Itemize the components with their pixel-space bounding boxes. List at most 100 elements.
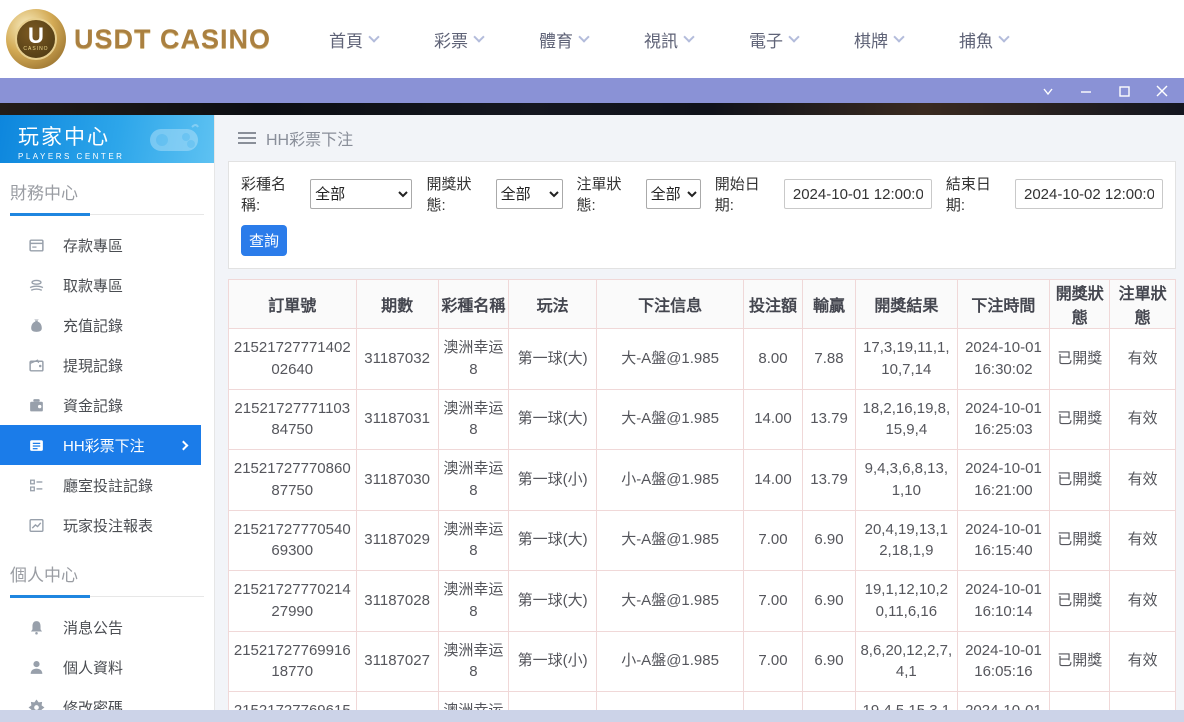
sidebar-item-label: 廳室投註記錄 — [63, 475, 153, 496]
maximize-button[interactable] — [1116, 83, 1132, 99]
table-cell: 8,6,20,12,2,7,4,1 — [856, 631, 957, 692]
column-header: 開獎結果 — [856, 280, 957, 329]
nav-item-label: 捕魚 — [959, 27, 993, 52]
sidebar-item-label: 消息公告 — [63, 617, 123, 638]
table-cell: 2024-10-01 16:05:16 — [957, 631, 1050, 692]
breadcrumb: HH彩票下注 — [228, 115, 1176, 161]
chevron-right-icon — [179, 440, 189, 450]
table-cell: 14.00 — [744, 450, 803, 511]
nav-item-home[interactable]: 首頁 — [329, 27, 378, 52]
sidebar-item-player-bet-report[interactable]: 玩家投注報表 — [0, 505, 214, 545]
sidebar-item-hall-bet-record[interactable]: 廳室投註記錄 — [0, 465, 214, 505]
nav-item-video[interactable]: 視訊 — [644, 27, 693, 52]
list-icon — [28, 477, 45, 494]
table-cell: 2024-10-01 16:30:02 — [957, 329, 1050, 390]
table-cell: 大-A盤@1.985 — [597, 329, 744, 390]
nav-item-chess[interactable]: 棋牌 — [854, 27, 903, 52]
banner-strip — [0, 103, 1184, 115]
table-cell: 已開獎 — [1050, 329, 1110, 390]
coin-subtext: CASINO — [23, 46, 48, 52]
order-status-label: 注單狀態: — [577, 173, 640, 215]
chevron-down-icon — [998, 31, 1009, 42]
table-cell: 31187027 — [356, 631, 438, 692]
column-header: 下注信息 — [597, 280, 744, 329]
table-row: 215217277711038475031187031澳洲幸运8第一球(大)大-… — [229, 389, 1176, 450]
table-cell: 31187030 — [356, 450, 438, 511]
table-cell: 有效 — [1110, 571, 1176, 632]
window-chevron-icon[interactable] — [1040, 83, 1056, 99]
column-header: 注單狀態 — [1110, 280, 1176, 329]
table-cell: 第一球(大) — [509, 510, 597, 571]
column-header: 下注時間 — [957, 280, 1050, 329]
sidebar-item-hh-lottery-bet[interactable]: HH彩票下注 — [0, 425, 201, 465]
sidebar-item-label: 玩家投注報表 — [63, 515, 153, 536]
column-header: 彩種名稱 — [438, 280, 509, 329]
app-header: U CASINO USDT CASINO 首頁 彩票 體育 視訊 電子 棋牌 捕魚 — [0, 0, 1184, 78]
start-date-label: 開始日期: — [715, 173, 778, 215]
table-cell: 已開獎 — [1050, 510, 1110, 571]
table-row: 215217277702142799031187028澳洲幸运8第一球(大)大-… — [229, 571, 1176, 632]
sidebar-item-recharge-record[interactable]: 充值記錄 — [0, 305, 214, 345]
start-date-input[interactable] — [784, 179, 932, 209]
table-cell: 有效 — [1110, 631, 1176, 692]
table-cell: 已開獎 — [1050, 631, 1110, 692]
table-cell: 7.00 — [744, 571, 803, 632]
lottery-name-select[interactable]: 全部 — [310, 179, 412, 209]
chevron-down-icon — [683, 31, 694, 42]
table-cell: 大-A盤@1.985 — [597, 571, 744, 632]
table-cell: 2152172777054069300 — [229, 510, 357, 571]
brand-name: USDT CASINO — [74, 24, 271, 55]
table-cell: 第一球(大) — [509, 571, 597, 632]
sidebar-item-label: 充值記錄 — [63, 315, 123, 336]
menu-toggle-icon[interactable] — [238, 129, 256, 147]
order-status-select[interactable]: 全部 — [646, 179, 701, 209]
chevron-down-icon — [788, 31, 799, 42]
sidebar-item-profile[interactable]: 個人資料 — [0, 647, 214, 687]
table-cell: 6.90 — [802, 631, 855, 692]
sidebar-item-label: 個人資料 — [63, 657, 123, 678]
table-cell: 已開獎 — [1050, 571, 1110, 632]
table-cell: 2152172777086087750 — [229, 450, 357, 511]
table-cell: 20,4,19,13,12,18,1,9 — [856, 510, 957, 571]
table-cell: 31187029 — [356, 510, 438, 571]
column-header: 訂單號 — [229, 280, 357, 329]
chart-icon — [28, 517, 45, 534]
sidebar-item-funds-record[interactable]: 資金記錄 — [0, 385, 214, 425]
sidebar-item-deposit[interactable]: 存款專區 — [0, 225, 214, 265]
close-button[interactable] — [1154, 83, 1170, 99]
nav-item-sports[interactable]: 體育 — [539, 27, 588, 52]
chevron-down-icon — [893, 31, 904, 42]
horizontal-scrollbar[interactable] — [0, 710, 1184, 722]
table-cell: 9,4,3,6,8,13,1,10 — [856, 450, 957, 511]
nav-item-electronic[interactable]: 電子 — [749, 27, 798, 52]
sidebar-item-label: 取款專區 — [63, 275, 123, 296]
bet-table: 訂單號期數彩種名稱玩法下注信息投注額輸贏開獎結果下注時間開獎狀態注單狀態 215… — [228, 279, 1176, 722]
coin-logo-icon: U CASINO — [6, 9, 66, 69]
note-icon — [28, 437, 45, 454]
nav-item-label: 視訊 — [644, 27, 678, 52]
sidebar-item-withdraw[interactable]: 取款專區 — [0, 265, 214, 305]
coin-letter: U — [28, 26, 44, 46]
minimize-button[interactable] — [1078, 83, 1094, 99]
bag-icon — [28, 317, 45, 334]
sidebar-item-withdraw-record[interactable]: 提現記錄 — [0, 345, 214, 385]
sidebar-item-announcements[interactable]: 消息公告 — [0, 607, 214, 647]
nav-item-fishing[interactable]: 捕魚 — [959, 27, 1008, 52]
nav-item-lottery[interactable]: 彩票 — [434, 27, 483, 52]
nav-item-label: 體育 — [539, 27, 573, 52]
table-cell: 2024-10-01 16:21:00 — [957, 450, 1050, 511]
table-row: 215217277708608775031187030澳洲幸运8第一球(小)小-… — [229, 450, 1176, 511]
search-button[interactable]: 查詢 — [241, 225, 287, 256]
table-cell: 31187031 — [356, 389, 438, 450]
table-cell: 澳洲幸运8 — [438, 389, 509, 450]
person-icon — [28, 659, 45, 676]
brand-logo[interactable]: U CASINO USDT CASINO — [6, 9, 271, 69]
chevron-down-icon — [368, 31, 379, 42]
end-date-input[interactable] — [1015, 179, 1163, 209]
gamepad-icon — [148, 123, 200, 157]
table-cell: 19,1,12,10,20,11,6,16 — [856, 571, 957, 632]
window-titlebar — [0, 78, 1184, 103]
table-cell: 第一球(大) — [509, 389, 597, 450]
draw-status-select[interactable]: 全部 — [496, 179, 563, 209]
table-cell: 澳洲幸运8 — [438, 631, 509, 692]
